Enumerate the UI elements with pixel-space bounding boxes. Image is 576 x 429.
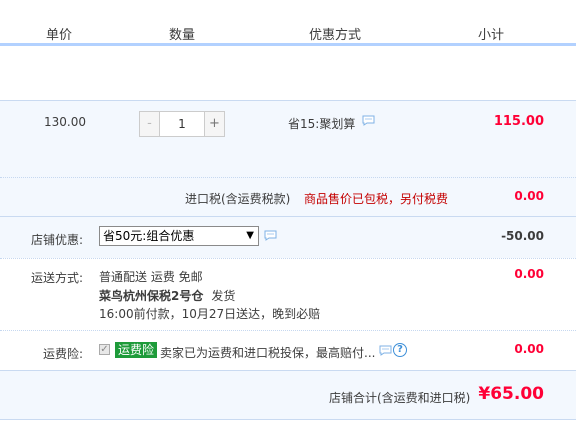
shipping-insurance-row: 运费险: ✓ 运费险 卖家已为运费和进口税投保，最高赔付... ? 0.00 — [0, 330, 576, 370]
chat-icon[interactable] — [379, 345, 392, 359]
shop-discount-row: 店铺优惠: 省50元:组合优惠 ▼ -50.00 — [0, 216, 576, 258]
chat-icon[interactable] — [362, 115, 375, 129]
item-unit-price: 130.00 — [44, 115, 86, 129]
quantity-stepper: - + — [139, 111, 225, 137]
shop-discount-value: -50.00 — [501, 229, 544, 243]
shipping-status: 发货 — [211, 289, 236, 303]
shipping-warehouse: 菜鸟杭州保税2号仓 — [99, 289, 204, 303]
item-subtotal: 115.00 — [493, 114, 544, 129]
item-promo-text: 省15:聚划算 — [288, 117, 356, 131]
column-unit-price: 单价 — [46, 28, 73, 43]
shipping-row: 运送方式: 普通配送 运费 免邮 菜鸟杭州保税2号仓 发货 16:00前付款，10… — [0, 258, 576, 330]
dropdown-arrow-icon: ▼ — [246, 230, 254, 241]
import-tax-value: 0.00 — [514, 189, 544, 203]
shop-total-row: 店铺合计(含运费和进口税) ¥65.00 — [0, 370, 576, 420]
quantity-decrease-button[interactable]: - — [140, 112, 160, 136]
quantity-increase-button[interactable]: + — [204, 112, 224, 136]
column-discount-method: 优惠方式 — [309, 28, 362, 43]
shipping-value: 0.00 — [514, 267, 544, 281]
cart-item-row: 130.00 - + 省15:聚划算 115.00 进口税(含运费税款) 商品售… — [0, 100, 576, 216]
import-tax-note: 商品售价已包税，另付税费 — [304, 192, 449, 206]
help-icon[interactable]: ? — [393, 343, 407, 357]
import-tax-row: 进口税(含运费税款) 商品售价已包税，另付税费 0.00 — [0, 177, 576, 217]
shop-total-value: ¥65.00 — [478, 384, 544, 404]
quantity-input[interactable] — [160, 112, 204, 136]
shipping-delivery-promise: 16:00前付款，10月27日送达，晚到必赔 — [99, 307, 321, 321]
insurance-value: 0.00 — [514, 342, 544, 356]
shipping-method: 普通配送 运费 免邮 — [99, 270, 203, 284]
chat-icon[interactable] — [264, 230, 277, 244]
insurance-tag: 运费险 — [115, 342, 158, 358]
import-tax-label: 进口税(含运费税款) — [185, 192, 291, 206]
shipping-label: 运送方式: — [31, 271, 84, 285]
column-quantity: 数量 — [169, 28, 196, 43]
insurance-checkbox[interactable]: ✓ — [99, 344, 110, 355]
column-subtotal: 小计 — [478, 28, 505, 43]
insurance-description: 卖家已为运费和进口税投保，最高赔付... — [160, 346, 376, 360]
cart-table-header: 单价 数量 优惠方式 小计 — [0, 0, 576, 46]
shipping-warehouse-line: 菜鸟杭州保税2号仓 发货 — [99, 287, 235, 304]
insurance-label: 运费险: — [43, 347, 84, 361]
spacer — [0, 46, 576, 100]
shop-discount-selected: 省50元:组合优惠 — [103, 229, 195, 243]
shop-total-label: 店铺合计(含运费和进口税) — [329, 391, 471, 405]
shop-discount-label: 店铺优惠: — [31, 233, 84, 247]
shop-discount-select[interactable]: 省50元:组合优惠 ▼ — [99, 226, 259, 246]
